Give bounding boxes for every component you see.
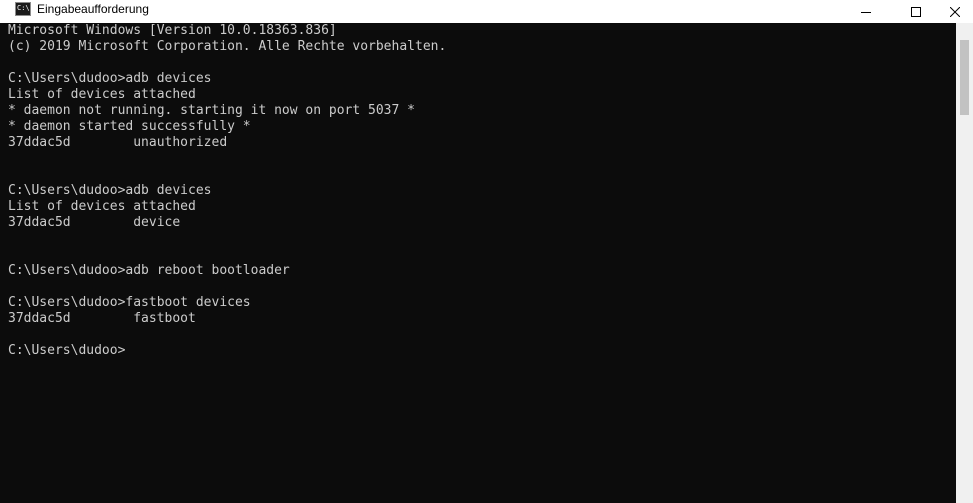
console-line: C:\Users\dudoo>fastboot devices: [8, 295, 251, 310]
console-area[interactable]: Microsoft Windows [Version 10.0.18363.83…: [0, 23, 973, 503]
console-line: * daemon not running. starting it now on…: [8, 103, 415, 118]
maximize-button[interactable]: [893, 0, 939, 23]
console-line: 37ddac5d fastboot: [8, 311, 196, 326]
minimize-icon: [861, 11, 871, 13]
scrollbar-thumb[interactable]: [960, 40, 969, 115]
command-prompt-window: C:\ Eingabeaufforderung Microsoft Window…: [0, 0, 973, 503]
maximize-icon: [911, 6, 921, 17]
title-bar[interactable]: C:\ Eingabeaufforderung: [0, 0, 973, 23]
console-line: 37ddac5d unauthorized: [8, 135, 228, 150]
console-line: (c) 2019 Microsoft Corporation. Alle Rec…: [8, 39, 447, 54]
close-button[interactable]: [936, 0, 973, 23]
vertical-scrollbar[interactable]: [956, 23, 973, 503]
console-output[interactable]: Microsoft Windows [Version 10.0.18363.83…: [8, 23, 446, 359]
window-title: Eingabeaufforderung: [37, 2, 149, 16]
console-line: C:\Users\dudoo>adb devices: [8, 183, 212, 198]
console-line: 37ddac5d device: [8, 215, 181, 230]
console-line: C:\Users\dudoo>adb reboot bootloader: [8, 263, 290, 278]
close-icon: [949, 6, 960, 17]
console-line: C:\Users\dudoo>: [8, 343, 126, 358]
command-prompt-icon: C:\: [15, 2, 31, 16]
minimize-button[interactable]: [843, 0, 889, 23]
console-line: * daemon started successfully *: [8, 119, 251, 134]
console-line: Microsoft Windows [Version 10.0.18363.83…: [8, 23, 337, 38]
console-line: List of devices attached: [8, 199, 196, 214]
console-line: List of devices attached: [8, 87, 196, 102]
console-line: C:\Users\dudoo>adb devices: [8, 71, 212, 86]
